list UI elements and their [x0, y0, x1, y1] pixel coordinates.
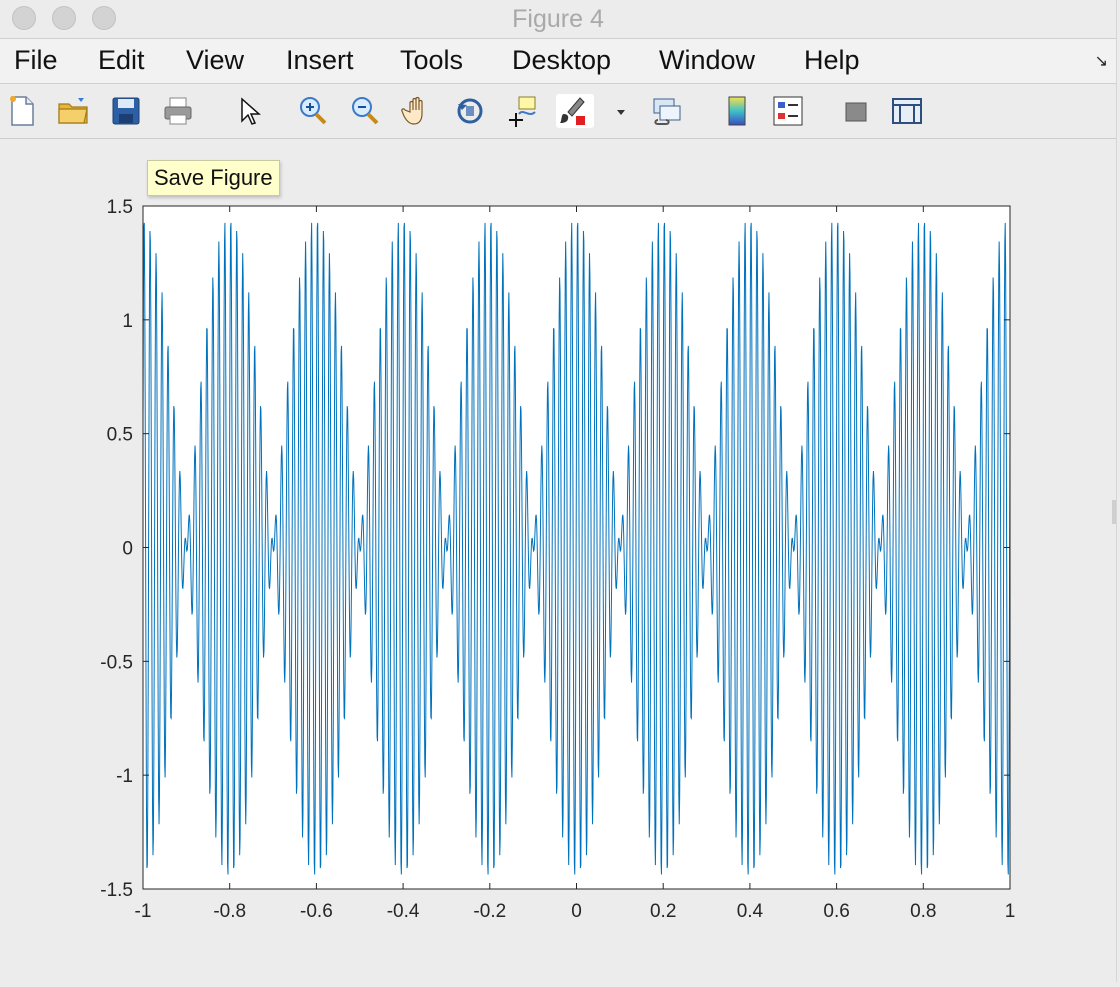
y-tick-label: 0 [122, 539, 133, 560]
menu-bar: File Edit View Insert Tools Desktop Wind… [0, 39, 1116, 84]
brush-dropdown-icon[interactable] [604, 94, 625, 128]
brush-icon[interactable] [556, 94, 594, 128]
y-tick-label: 1 [122, 311, 133, 332]
data-cursor-icon[interactable] [505, 94, 539, 128]
figure-window: Figure 4 File Edit View Insert Tools Des… [0, 0, 1117, 982]
x-tick-label: 0.8 [910, 901, 936, 922]
resize-grip[interactable] [1112, 500, 1116, 524]
colorbar-icon[interactable] [720, 94, 754, 128]
hide-tools-icon[interactable] [839, 94, 873, 128]
link-icon[interactable] [650, 94, 684, 128]
y-tick-label: -0.5 [100, 652, 133, 673]
y-tick-label: 0.5 [107, 425, 133, 446]
menu-insert[interactable]: Insert [286, 45, 354, 76]
y-tick-label: -1 [116, 766, 133, 787]
x-tick-label: -1 [135, 901, 152, 922]
dock-figure-icon[interactable]: ↘ [1095, 51, 1108, 71]
x-tick-label: -0.8 [213, 901, 246, 922]
menu-help[interactable]: Help [804, 45, 860, 76]
zoom-out-icon[interactable] [348, 94, 382, 128]
floppy-disk-icon[interactable] [109, 94, 143, 128]
y-tick-label: -1.5 [100, 880, 133, 901]
x-tick-label: 0 [571, 901, 582, 922]
legend-icon[interactable] [771, 94, 805, 128]
x-tick-label: 1 [1005, 901, 1016, 922]
zoom-in-icon[interactable] [296, 94, 330, 128]
x-tick-label: -0.6 [300, 901, 333, 922]
folder-icon[interactable] [56, 94, 90, 128]
menu-edit[interactable]: Edit [98, 45, 145, 76]
x-tick-label: 0.2 [650, 901, 676, 922]
hand-icon[interactable] [401, 94, 435, 128]
menu-window[interactable]: Window [659, 45, 755, 76]
menu-tools[interactable]: Tools [400, 45, 463, 76]
y-tick-label: 1.5 [107, 197, 133, 218]
show-tools-icon[interactable] [890, 94, 924, 128]
window-title: Figure 4 [512, 5, 604, 33]
printer-icon[interactable] [161, 94, 195, 128]
line-plot[interactable]: -1 -0.8 -0.6 -0.4 -0.2 0 0.2 0.4 0.6 0.8 1-1.5-1-0… [0, 139, 1116, 982]
figure-toolbar [0, 84, 1116, 139]
save-figure-tooltip: Save Figure [147, 160, 280, 196]
menu-file[interactable]: File [14, 45, 58, 76]
menu-view[interactable]: View [186, 45, 244, 76]
x-tick-label: 0.6 [823, 901, 849, 922]
title-bar: Figure 4 [0, 0, 1116, 39]
figure-canvas: -1 -0.8 -0.6 -0.4 -0.2 0 0.2 0.4 0.6 0.8 1 -1.5 -1 -0… [0, 139, 1116, 982]
new-file-icon[interactable] [5, 94, 39, 128]
menu-desktop[interactable]: Desktop [512, 45, 611, 76]
arrow-cursor-icon[interactable] [234, 94, 268, 128]
x-tick-label: -0.2 [473, 901, 506, 922]
x-tick-label: -0.4 [387, 901, 420, 922]
x-tick-label: 0.4 [737, 901, 764, 922]
rotate-icon[interactable] [453, 94, 487, 128]
